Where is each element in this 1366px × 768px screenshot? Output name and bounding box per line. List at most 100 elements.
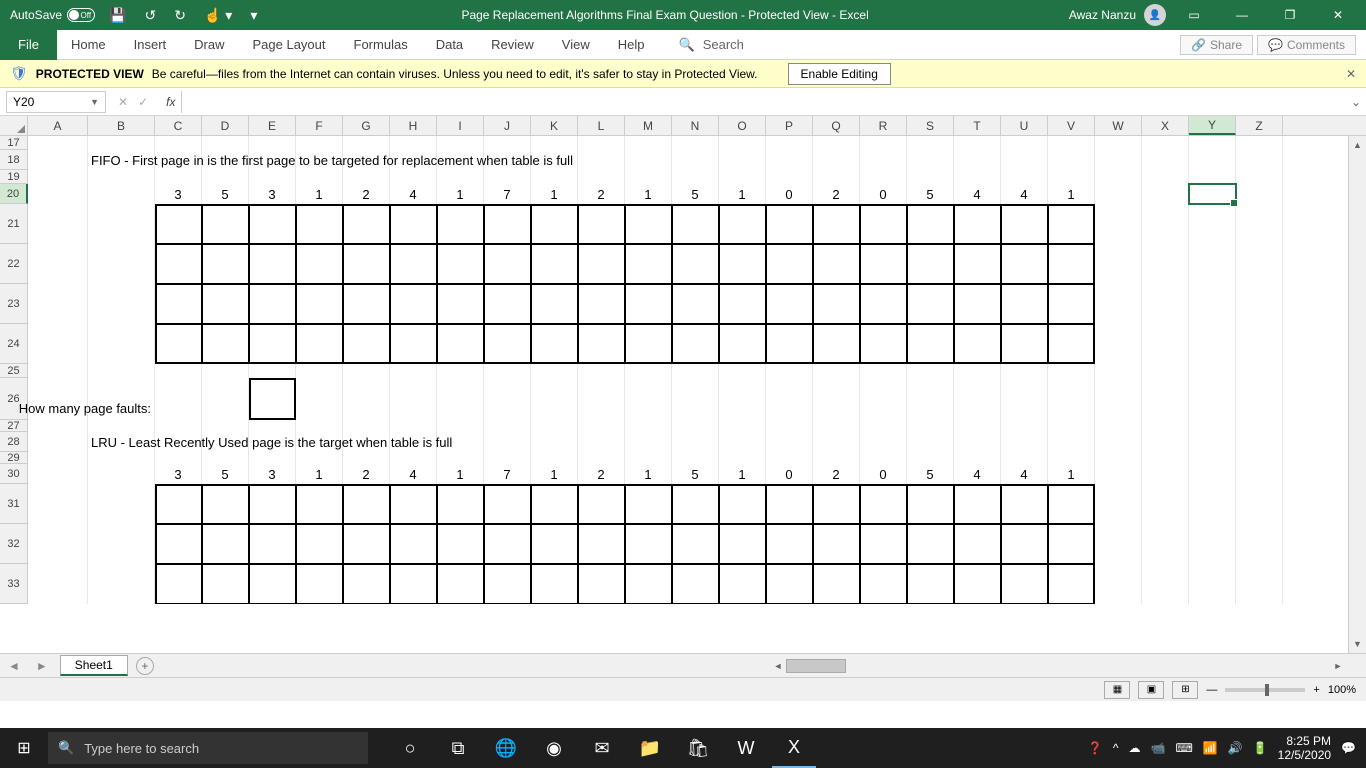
cell-C19[interactable] bbox=[155, 170, 202, 184]
cell-H23[interactable] bbox=[390, 284, 437, 324]
cell-M25[interactable] bbox=[625, 364, 672, 378]
cell-M26[interactable] bbox=[625, 378, 672, 420]
cell-U18[interactable] bbox=[1001, 150, 1048, 170]
cell-F20[interactable]: 1 bbox=[296, 184, 343, 204]
cell-Z29[interactable] bbox=[1236, 452, 1283, 464]
cell-U19[interactable] bbox=[1001, 170, 1048, 184]
cell-O20[interactable]: 1 bbox=[719, 184, 766, 204]
cell-Y18[interactable] bbox=[1189, 150, 1236, 170]
explorer-icon[interactable]: 📁 bbox=[628, 728, 672, 768]
cell-X18[interactable] bbox=[1142, 150, 1189, 170]
cell-A22[interactable] bbox=[28, 244, 88, 284]
cell-I17[interactable] bbox=[437, 136, 484, 150]
cell-V27[interactable] bbox=[1048, 420, 1095, 432]
cell-K24[interactable] bbox=[531, 324, 578, 364]
cell-W32[interactable] bbox=[1095, 524, 1142, 564]
cell-N28[interactable] bbox=[672, 432, 719, 452]
cell-T21[interactable] bbox=[954, 204, 1001, 244]
edge-icon[interactable]: 🌐 bbox=[484, 728, 528, 768]
col-header-J[interactable]: J bbox=[484, 116, 531, 135]
cell-D22[interactable] bbox=[202, 244, 249, 284]
col-header-K[interactable]: K bbox=[531, 116, 578, 135]
cell-N30[interactable]: 5 bbox=[672, 464, 719, 484]
cell-D23[interactable] bbox=[202, 284, 249, 324]
cell-M24[interactable] bbox=[625, 324, 672, 364]
cell-S23[interactable] bbox=[907, 284, 954, 324]
cell-O19[interactable] bbox=[719, 170, 766, 184]
cell-F27[interactable] bbox=[296, 420, 343, 432]
cell-O18[interactable] bbox=[719, 150, 766, 170]
cell-J33[interactable] bbox=[484, 564, 531, 604]
undo-icon[interactable]: ↺ bbox=[140, 7, 160, 24]
cell-J20[interactable]: 7 bbox=[484, 184, 531, 204]
start-button[interactable]: ⊞ bbox=[0, 728, 48, 768]
cell-S17[interactable] bbox=[907, 136, 954, 150]
cell-I21[interactable] bbox=[437, 204, 484, 244]
cell-S28[interactable] bbox=[907, 432, 954, 452]
cell-W19[interactable] bbox=[1095, 170, 1142, 184]
sheet-tab-active[interactable]: Sheet1 bbox=[60, 655, 128, 676]
cell-J24[interactable] bbox=[484, 324, 531, 364]
cell-E20[interactable]: 3 bbox=[249, 184, 296, 204]
cell-A28[interactable] bbox=[28, 432, 88, 452]
cell-S32[interactable] bbox=[907, 524, 954, 564]
cell-W20[interactable] bbox=[1095, 184, 1142, 204]
cell-B22[interactable] bbox=[88, 244, 155, 284]
tell-me-search[interactable]: 🔍 Search bbox=[679, 37, 744, 53]
cell-H26[interactable] bbox=[390, 378, 437, 420]
cell-Z23[interactable] bbox=[1236, 284, 1283, 324]
cell-T22[interactable] bbox=[954, 244, 1001, 284]
cell-F30[interactable]: 1 bbox=[296, 464, 343, 484]
cell-T23[interactable] bbox=[954, 284, 1001, 324]
cell-O27[interactable] bbox=[719, 420, 766, 432]
cell-V33[interactable] bbox=[1048, 564, 1095, 604]
cell-B24[interactable] bbox=[88, 324, 155, 364]
zoom-out-icon[interactable]: — bbox=[1206, 684, 1217, 696]
excel-icon[interactable]: X bbox=[772, 728, 816, 768]
cell-L32[interactable] bbox=[578, 524, 625, 564]
cell-E29[interactable] bbox=[249, 452, 296, 464]
cell-B23[interactable] bbox=[88, 284, 155, 324]
cell-X29[interactable] bbox=[1142, 452, 1189, 464]
spreadsheet-grid[interactable]: ABCDEFGHIJKLMNOPQRSTUVWXYZ 1718FIFO - Fi… bbox=[0, 116, 1366, 653]
cell-T29[interactable] bbox=[954, 452, 1001, 464]
cell-T18[interactable] bbox=[954, 150, 1001, 170]
cell-Q20[interactable]: 2 bbox=[813, 184, 860, 204]
cell-S19[interactable] bbox=[907, 170, 954, 184]
cell-U28[interactable] bbox=[1001, 432, 1048, 452]
cell-T25[interactable] bbox=[954, 364, 1001, 378]
cell-M33[interactable] bbox=[625, 564, 672, 604]
cell-R23[interactable] bbox=[860, 284, 907, 324]
cell-G29[interactable] bbox=[343, 452, 390, 464]
cell-W30[interactable] bbox=[1095, 464, 1142, 484]
cell-A23[interactable] bbox=[28, 284, 88, 324]
cell-V18[interactable] bbox=[1048, 150, 1095, 170]
cell-U30[interactable]: 4 bbox=[1001, 464, 1048, 484]
col-header-D[interactable]: D bbox=[202, 116, 249, 135]
cell-Q26[interactable] bbox=[813, 378, 860, 420]
cell-N23[interactable] bbox=[672, 284, 719, 324]
add-sheet-button[interactable]: + bbox=[136, 657, 154, 675]
cell-E22[interactable] bbox=[249, 244, 296, 284]
cell-Z18[interactable] bbox=[1236, 150, 1283, 170]
horizontal-scrollbar[interactable]: ◄ ► bbox=[770, 659, 1346, 673]
cell-F19[interactable] bbox=[296, 170, 343, 184]
cell-R32[interactable] bbox=[860, 524, 907, 564]
cell-T28[interactable] bbox=[954, 432, 1001, 452]
cell-S31[interactable] bbox=[907, 484, 954, 524]
row-header-22[interactable]: 22 bbox=[0, 244, 28, 284]
cell-R21[interactable] bbox=[860, 204, 907, 244]
cell-R27[interactable] bbox=[860, 420, 907, 432]
cell-H27[interactable] bbox=[390, 420, 437, 432]
cell-Y24[interactable] bbox=[1189, 324, 1236, 364]
normal-view-icon[interactable]: ▦ bbox=[1104, 681, 1130, 699]
cell-L20[interactable]: 2 bbox=[578, 184, 625, 204]
cell-W18[interactable] bbox=[1095, 150, 1142, 170]
cell-S27[interactable] bbox=[907, 420, 954, 432]
row-header-19[interactable]: 19 bbox=[0, 170, 28, 184]
save-icon[interactable]: 💾 bbox=[105, 7, 130, 24]
tab-file[interactable]: File bbox=[0, 30, 57, 60]
scroll-left-icon[interactable]: ◄ bbox=[770, 661, 786, 671]
clock[interactable]: 8:25 PM 12/5/2020 bbox=[1278, 734, 1331, 763]
cell-L24[interactable] bbox=[578, 324, 625, 364]
